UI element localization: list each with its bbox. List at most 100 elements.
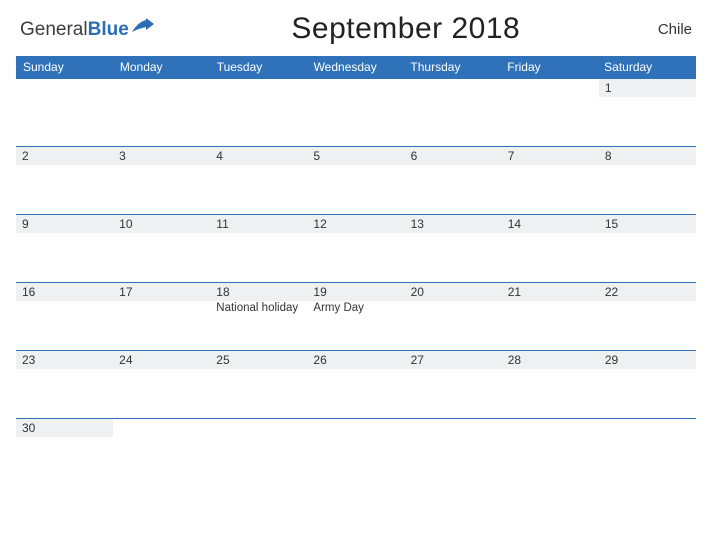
day-cell: 9 xyxy=(16,215,113,282)
day-header: Thursday xyxy=(404,57,501,77)
logo-text: GeneralBlue xyxy=(20,19,129,41)
day-cell: 11 xyxy=(210,215,307,282)
calendar-body: 123456789101112131415161718National holi… xyxy=(16,78,696,486)
day-header-row: Sunday Monday Tuesday Wednesday Thursday… xyxy=(16,56,696,78)
country-label: Chile xyxy=(658,21,692,38)
day-cell xyxy=(599,419,696,486)
date-number: 19 xyxy=(307,283,404,301)
day-cell xyxy=(307,79,404,146)
day-cell: 2 xyxy=(16,147,113,214)
date-number xyxy=(405,79,502,97)
day-cell xyxy=(307,419,404,486)
date-number: 28 xyxy=(502,351,599,369)
date-number: 30 xyxy=(16,419,113,437)
week-row: 9101112131415 xyxy=(16,214,696,282)
week-row: 2345678 xyxy=(16,146,696,214)
event-label: National holiday xyxy=(210,301,307,316)
day-cell xyxy=(502,79,599,146)
day-cell xyxy=(405,419,502,486)
date-number: 13 xyxy=(405,215,502,233)
day-cell: 10 xyxy=(113,215,210,282)
top-bar: GeneralBlue September 2018 Chile xyxy=(16,8,696,56)
date-number xyxy=(210,419,307,437)
week-row: 1 xyxy=(16,78,696,146)
day-cell: 14 xyxy=(502,215,599,282)
date-number: 16 xyxy=(16,283,113,301)
date-number xyxy=(307,419,404,437)
date-number: 24 xyxy=(113,351,210,369)
day-cell: 22 xyxy=(599,283,696,350)
day-cell xyxy=(113,79,210,146)
day-cell: 21 xyxy=(502,283,599,350)
day-cell: 4 xyxy=(210,147,307,214)
date-number: 17 xyxy=(113,283,210,301)
date-number: 11 xyxy=(210,215,307,233)
date-number xyxy=(16,79,113,97)
day-header: Tuesday xyxy=(211,57,308,77)
day-cell: 26 xyxy=(307,351,404,418)
day-cell xyxy=(502,419,599,486)
date-number xyxy=(599,419,696,437)
date-number: 12 xyxy=(307,215,404,233)
date-number: 3 xyxy=(113,147,210,165)
date-number: 10 xyxy=(113,215,210,233)
day-cell: 23 xyxy=(16,351,113,418)
day-cell: 19Army Day xyxy=(307,283,404,350)
day-cell: 13 xyxy=(405,215,502,282)
brand-logo: GeneralBlue xyxy=(20,18,154,41)
day-cell: 5 xyxy=(307,147,404,214)
day-cell: 12 xyxy=(307,215,404,282)
day-header: Monday xyxy=(114,57,211,77)
day-cell: 29 xyxy=(599,351,696,418)
date-number xyxy=(210,79,307,97)
day-cell: 3 xyxy=(113,147,210,214)
date-number: 15 xyxy=(599,215,696,233)
date-number xyxy=(113,419,210,437)
date-number: 1 xyxy=(599,79,696,97)
date-number xyxy=(405,419,502,437)
date-number: 9 xyxy=(16,215,113,233)
date-number: 27 xyxy=(405,351,502,369)
day-cell: 27 xyxy=(405,351,502,418)
day-cell: 30 xyxy=(16,419,113,486)
date-number: 21 xyxy=(502,283,599,301)
date-number: 22 xyxy=(599,283,696,301)
day-cell: 25 xyxy=(210,351,307,418)
date-number: 7 xyxy=(502,147,599,165)
day-header: Wednesday xyxy=(308,57,405,77)
day-cell xyxy=(16,79,113,146)
date-number: 18 xyxy=(210,283,307,301)
day-header: Sunday xyxy=(17,57,114,77)
day-cell: 1 xyxy=(599,79,696,146)
date-number: 26 xyxy=(307,351,404,369)
date-number: 29 xyxy=(599,351,696,369)
swoosh-icon xyxy=(132,18,154,41)
date-number xyxy=(307,79,404,97)
date-number xyxy=(502,419,599,437)
day-cell: 18National holiday xyxy=(210,283,307,350)
date-number: 2 xyxy=(16,147,113,165)
event-label: Army Day xyxy=(307,301,404,316)
date-number: 8 xyxy=(599,147,696,165)
date-number: 4 xyxy=(210,147,307,165)
day-cell: 28 xyxy=(502,351,599,418)
date-number xyxy=(502,79,599,97)
day-cell: 6 xyxy=(405,147,502,214)
day-cell: 15 xyxy=(599,215,696,282)
day-cell xyxy=(210,79,307,146)
date-number: 5 xyxy=(307,147,404,165)
day-cell: 24 xyxy=(113,351,210,418)
date-number: 25 xyxy=(210,351,307,369)
week-row: 23242526272829 xyxy=(16,350,696,418)
date-number: 6 xyxy=(405,147,502,165)
day-header: Saturday xyxy=(598,57,695,77)
day-cell xyxy=(113,419,210,486)
day-cell: 16 xyxy=(16,283,113,350)
day-cell xyxy=(210,419,307,486)
date-number xyxy=(113,79,210,97)
day-cell: 17 xyxy=(113,283,210,350)
week-row: 30 xyxy=(16,418,696,486)
day-cell: 7 xyxy=(502,147,599,214)
date-number: 23 xyxy=(16,351,113,369)
date-number: 14 xyxy=(502,215,599,233)
